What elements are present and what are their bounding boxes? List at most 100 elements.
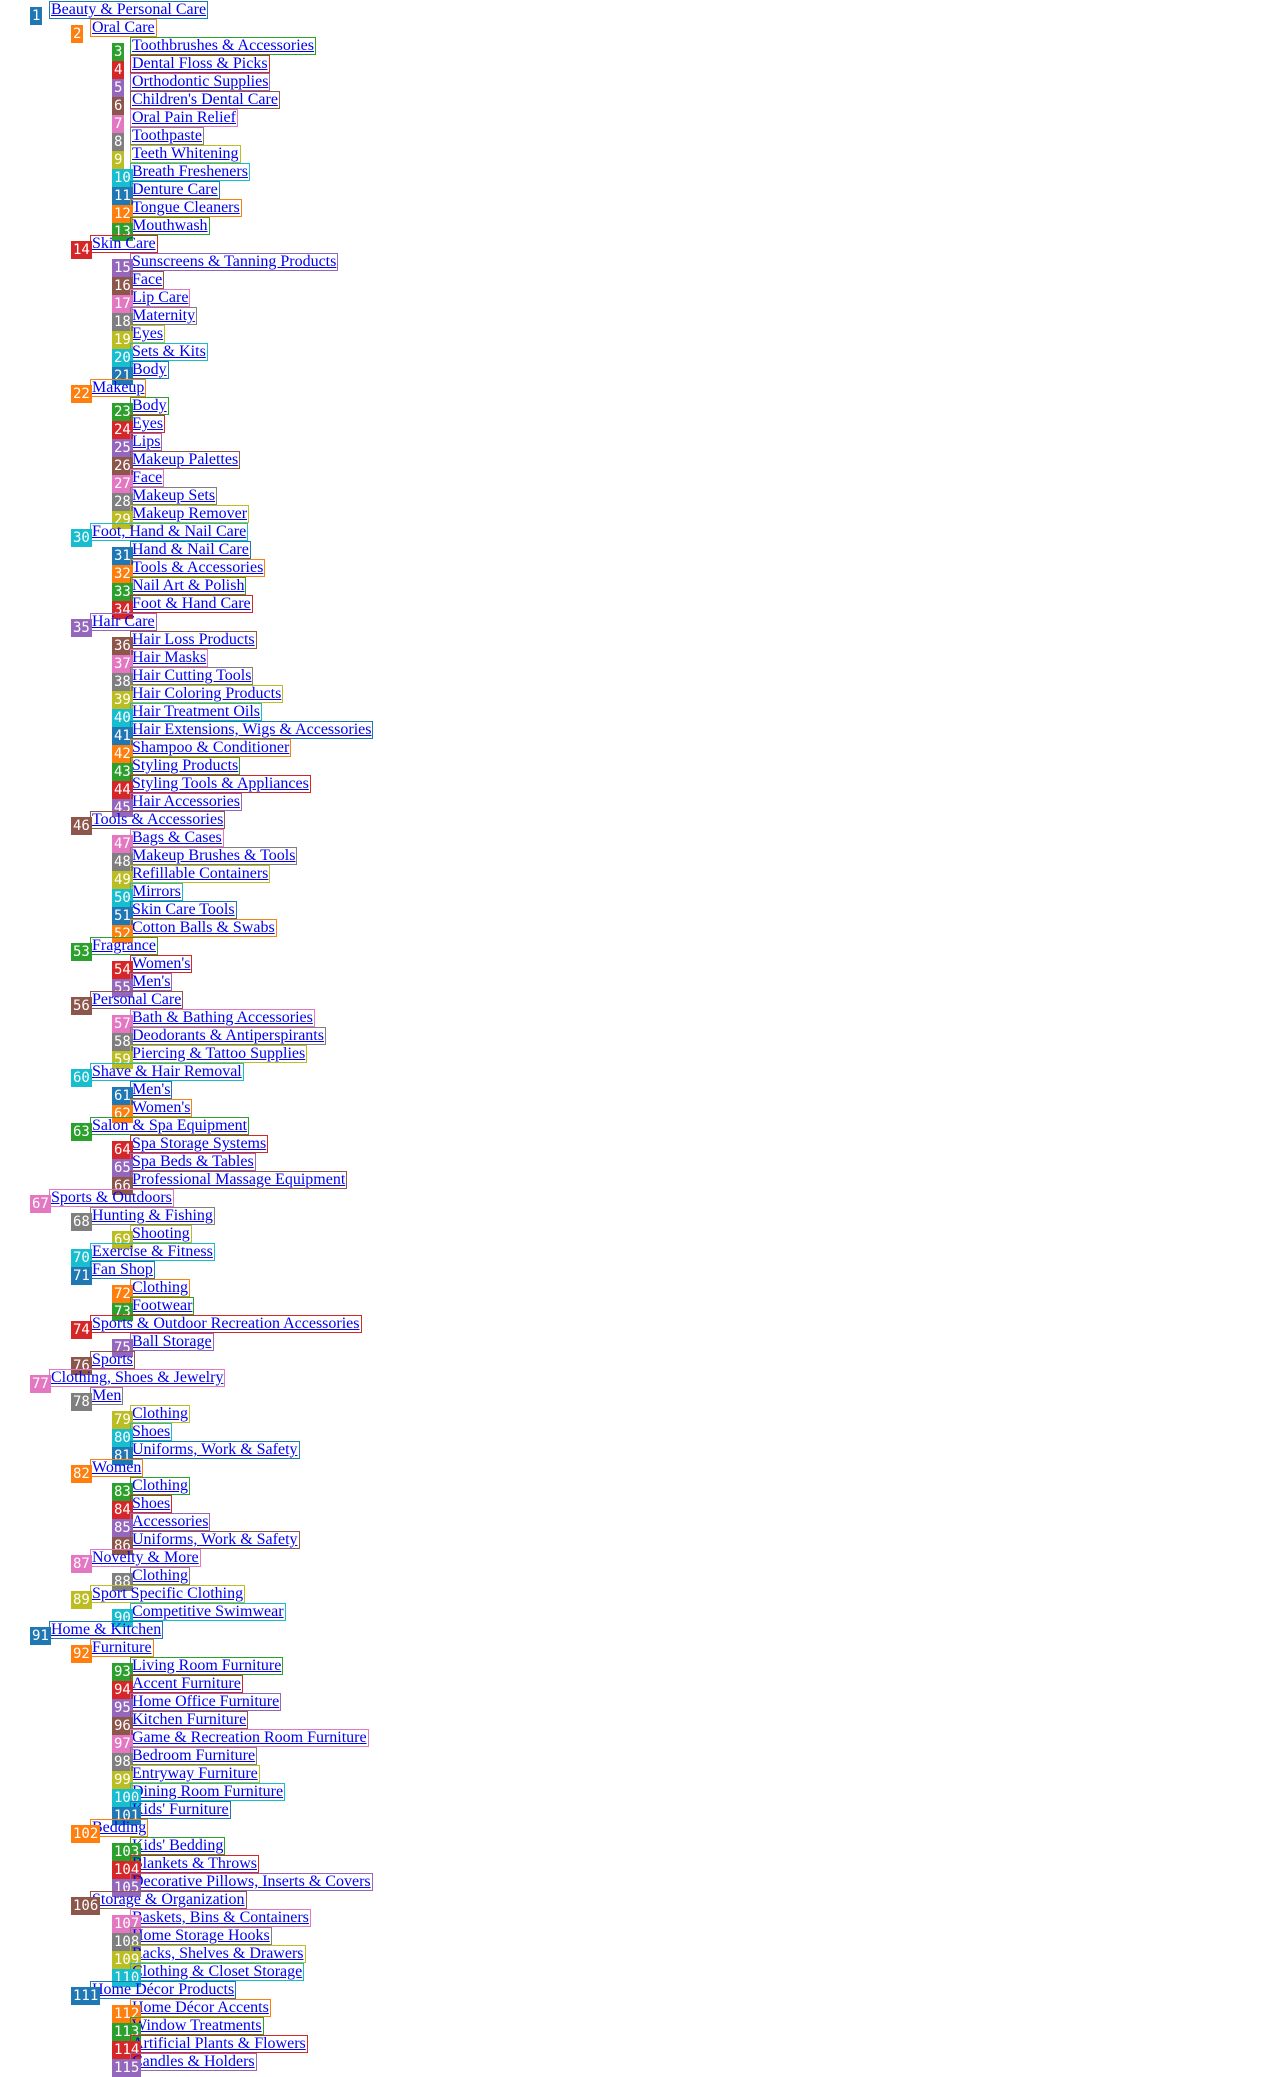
category-link-toothbrushes-accessories[interactable]: Toothbrushes & Accessories <box>130 37 316 55</box>
category-link-mirrors[interactable]: Mirrors <box>130 883 183 901</box>
category-link-blankets-throws[interactable]: Blankets & Throws <box>130 1855 260 1873</box>
category-link-furniture[interactable]: Furniture <box>90 1639 154 1657</box>
category-link-novelty-more[interactable]: Novelty & More <box>90 1549 201 1567</box>
category-link-decorative-pillows-inserts-covers[interactable]: Decorative Pillows, Inserts & Covers <box>130 1873 373 1891</box>
category-link-face[interactable]: Face <box>130 469 165 487</box>
category-link-sports-outdoor-recreation-accessories[interactable]: Sports & Outdoor Recreation Accessories <box>90 1315 362 1333</box>
category-link-entryway-furniture[interactable]: Entryway Furniture <box>130 1765 260 1783</box>
category-link-sport-specific-clothing[interactable]: Sport Specific Clothing <box>90 1585 246 1603</box>
category-link-hair-loss-products[interactable]: Hair Loss Products <box>130 631 257 649</box>
category-link-fragrance[interactable]: Fragrance <box>90 937 158 955</box>
category-link-men[interactable]: Men <box>90 1387 124 1405</box>
category-link-clothing-closet-storage[interactable]: Clothing & Closet Storage <box>130 1963 305 1981</box>
category-link-storage-organization[interactable]: Storage & Organization <box>90 1891 247 1909</box>
category-link-orthodontic-supplies[interactable]: Orthodontic Supplies <box>130 73 271 91</box>
category-link-eyes[interactable]: Eyes <box>130 415 166 433</box>
category-link-tools-accessories[interactable]: Tools & Accessories <box>130 559 266 577</box>
category-link-sets-kits[interactable]: Sets & Kits <box>130 343 208 361</box>
category-link-competitive-swimwear[interactable]: Competitive Swimwear <box>130 1603 286 1621</box>
category-link-foot-hand-care[interactable]: Foot & Hand Care <box>130 595 253 613</box>
category-link-skin-care[interactable]: Skin Care <box>90 235 158 253</box>
category-link-styling-products[interactable]: Styling Products <box>130 757 241 775</box>
category-link-kitchen-furniture[interactable]: Kitchen Furniture <box>130 1711 249 1729</box>
category-link-accent-furniture[interactable]: Accent Furniture <box>130 1675 243 1693</box>
category-link-salon-spa-equipment[interactable]: Salon & Spa Equipment <box>90 1117 250 1135</box>
category-link-living-room-furniture[interactable]: Living Room Furniture <box>130 1657 284 1675</box>
category-link-hair-cutting-tools[interactable]: Hair Cutting Tools <box>130 667 254 685</box>
category-link-makeup[interactable]: Makeup <box>90 379 147 397</box>
category-link-refillable-containers[interactable]: Refillable Containers <box>130 865 271 883</box>
category-link-foot-hand-nail-care[interactable]: Foot, Hand & Nail Care <box>90 523 249 541</box>
category-link-piercing-tattoo-supplies[interactable]: Piercing & Tattoo Supplies <box>130 1045 308 1063</box>
category-link-sports-outdoors[interactable]: Sports & Outdoors <box>49 1189 174 1207</box>
category-link-women[interactable]: Women <box>90 1459 144 1477</box>
category-link-makeup-brushes-tools[interactable]: Makeup Brushes & Tools <box>130 847 298 865</box>
category-link-body[interactable]: Body <box>130 361 169 379</box>
category-link-dining-room-furniture[interactable]: Dining Room Furniture <box>130 1783 286 1801</box>
category-link-shooting[interactable]: Shooting <box>130 1225 192 1243</box>
category-link-eyes[interactable]: Eyes <box>130 325 166 343</box>
category-link-women-s[interactable]: Women's <box>130 955 193 973</box>
category-link-clothing[interactable]: Clothing <box>130 1477 191 1495</box>
category-link-exercise-fitness[interactable]: Exercise & Fitness <box>90 1243 215 1261</box>
category-link-clothing[interactable]: Clothing <box>130 1405 191 1423</box>
category-link-home-d-cor-products[interactable]: Home Décor Products <box>90 1981 237 1999</box>
category-link-shoes[interactable]: Shoes <box>130 1423 173 1441</box>
category-link-hair-care[interactable]: Hair Care <box>90 613 157 631</box>
category-link-hair-treatment-oils[interactable]: Hair Treatment Oils <box>130 703 262 721</box>
category-link-face[interactable]: Face <box>130 271 165 289</box>
category-link-baskets-bins-containers[interactable]: Baskets, Bins & Containers <box>130 1909 311 1927</box>
category-link-children-s-dental-care[interactable]: Children's Dental Care <box>130 91 280 109</box>
category-link-clothing[interactable]: Clothing <box>130 1567 191 1585</box>
category-link-lip-care[interactable]: Lip Care <box>130 289 191 307</box>
category-link-professional-massage-equipment[interactable]: Professional Massage Equipment <box>130 1171 348 1189</box>
category-link-cotton-balls-swabs[interactable]: Cotton Balls & Swabs <box>130 919 277 937</box>
category-link-home-storage-hooks[interactable]: Home Storage Hooks <box>130 1927 272 1945</box>
category-link-artificial-plants-flowers[interactable]: Artificial Plants & Flowers <box>130 2035 308 2053</box>
category-link-hand-nail-care[interactable]: Hand & Nail Care <box>130 541 251 559</box>
category-link-makeup-palettes[interactable]: Makeup Palettes <box>130 451 241 469</box>
category-link-teeth-whitening[interactable]: Teeth Whitening <box>130 145 241 163</box>
category-link-home-d-cor-accents[interactable]: Home Décor Accents <box>130 1999 271 2017</box>
category-link-uniforms-work-safety[interactable]: Uniforms, Work & Safety <box>130 1531 300 1549</box>
category-link-body[interactable]: Body <box>130 397 169 415</box>
category-link-toothpaste[interactable]: Toothpaste <box>130 127 204 145</box>
category-link-hair-masks[interactable]: Hair Masks <box>130 649 209 667</box>
category-link-ball-storage[interactable]: Ball Storage <box>130 1333 214 1351</box>
category-link-kids-bedding[interactable]: Kids' Bedding <box>130 1837 226 1855</box>
category-link-home-office-furniture[interactable]: Home Office Furniture <box>130 1693 282 1711</box>
category-link-clothing[interactable]: Clothing <box>130 1279 191 1297</box>
category-link-shampoo-conditioner[interactable]: Shampoo & Conditioner <box>130 739 292 757</box>
category-link-sports[interactable]: Sports <box>90 1351 135 1369</box>
category-link-makeup-sets[interactable]: Makeup Sets <box>130 487 218 505</box>
category-link-game-recreation-room-furniture[interactable]: Game & Recreation Room Furniture <box>130 1729 369 1747</box>
category-link-sunscreens-tanning-products[interactable]: Sunscreens & Tanning Products <box>130 253 339 271</box>
category-link-beauty-personal-care[interactable]: Beauty & Personal Care <box>49 1 209 19</box>
category-link-racks-shelves-drawers[interactable]: Racks, Shelves & Drawers <box>130 1945 306 1963</box>
category-link-bags-cases[interactable]: Bags & Cases <box>130 829 224 847</box>
category-link-styling-tools-appliances[interactable]: Styling Tools & Appliances <box>130 775 311 793</box>
category-link-deodorants-antiperspirants[interactable]: Deodorants & Antiperspirants <box>130 1027 326 1045</box>
category-link-hunting-fishing[interactable]: Hunting & Fishing <box>90 1207 215 1225</box>
category-link-bath-bathing-accessories[interactable]: Bath & Bathing Accessories <box>130 1009 315 1027</box>
category-link-uniforms-work-safety[interactable]: Uniforms, Work & Safety <box>130 1441 300 1459</box>
category-link-home-kitchen[interactable]: Home & Kitchen <box>49 1621 164 1639</box>
category-link-kids-furniture[interactable]: Kids' Furniture <box>130 1801 231 1819</box>
category-link-window-treatments[interactable]: Window Treatments <box>130 2017 264 2035</box>
category-link-bedroom-furniture[interactable]: Bedroom Furniture <box>130 1747 258 1765</box>
category-link-denture-care[interactable]: Denture Care <box>130 181 220 199</box>
category-link-shoes[interactable]: Shoes <box>130 1495 173 1513</box>
category-link-candles-holders[interactable]: Candles & Holders <box>130 2053 257 2071</box>
category-link-men-s[interactable]: Men's <box>130 1081 173 1099</box>
category-link-tongue-cleaners[interactable]: Tongue Cleaners <box>130 199 242 217</box>
category-link-personal-care[interactable]: Personal Care <box>90 991 184 1009</box>
category-link-makeup-remover[interactable]: Makeup Remover <box>130 505 250 523</box>
category-link-nail-art-polish[interactable]: Nail Art & Polish <box>130 577 247 595</box>
category-link-skin-care-tools[interactable]: Skin Care Tools <box>130 901 237 919</box>
category-link-hair-extensions-wigs-accessories[interactable]: Hair Extensions, Wigs & Accessories <box>130 721 374 739</box>
category-link-mouthwash[interactable]: Mouthwash <box>130 217 210 235</box>
category-link-spa-beds-tables[interactable]: Spa Beds & Tables <box>130 1153 256 1171</box>
category-link-lips[interactable]: Lips <box>130 433 163 451</box>
category-link-hair-coloring-products[interactable]: Hair Coloring Products <box>130 685 284 703</box>
category-link-hair-accessories[interactable]: Hair Accessories <box>130 793 242 811</box>
